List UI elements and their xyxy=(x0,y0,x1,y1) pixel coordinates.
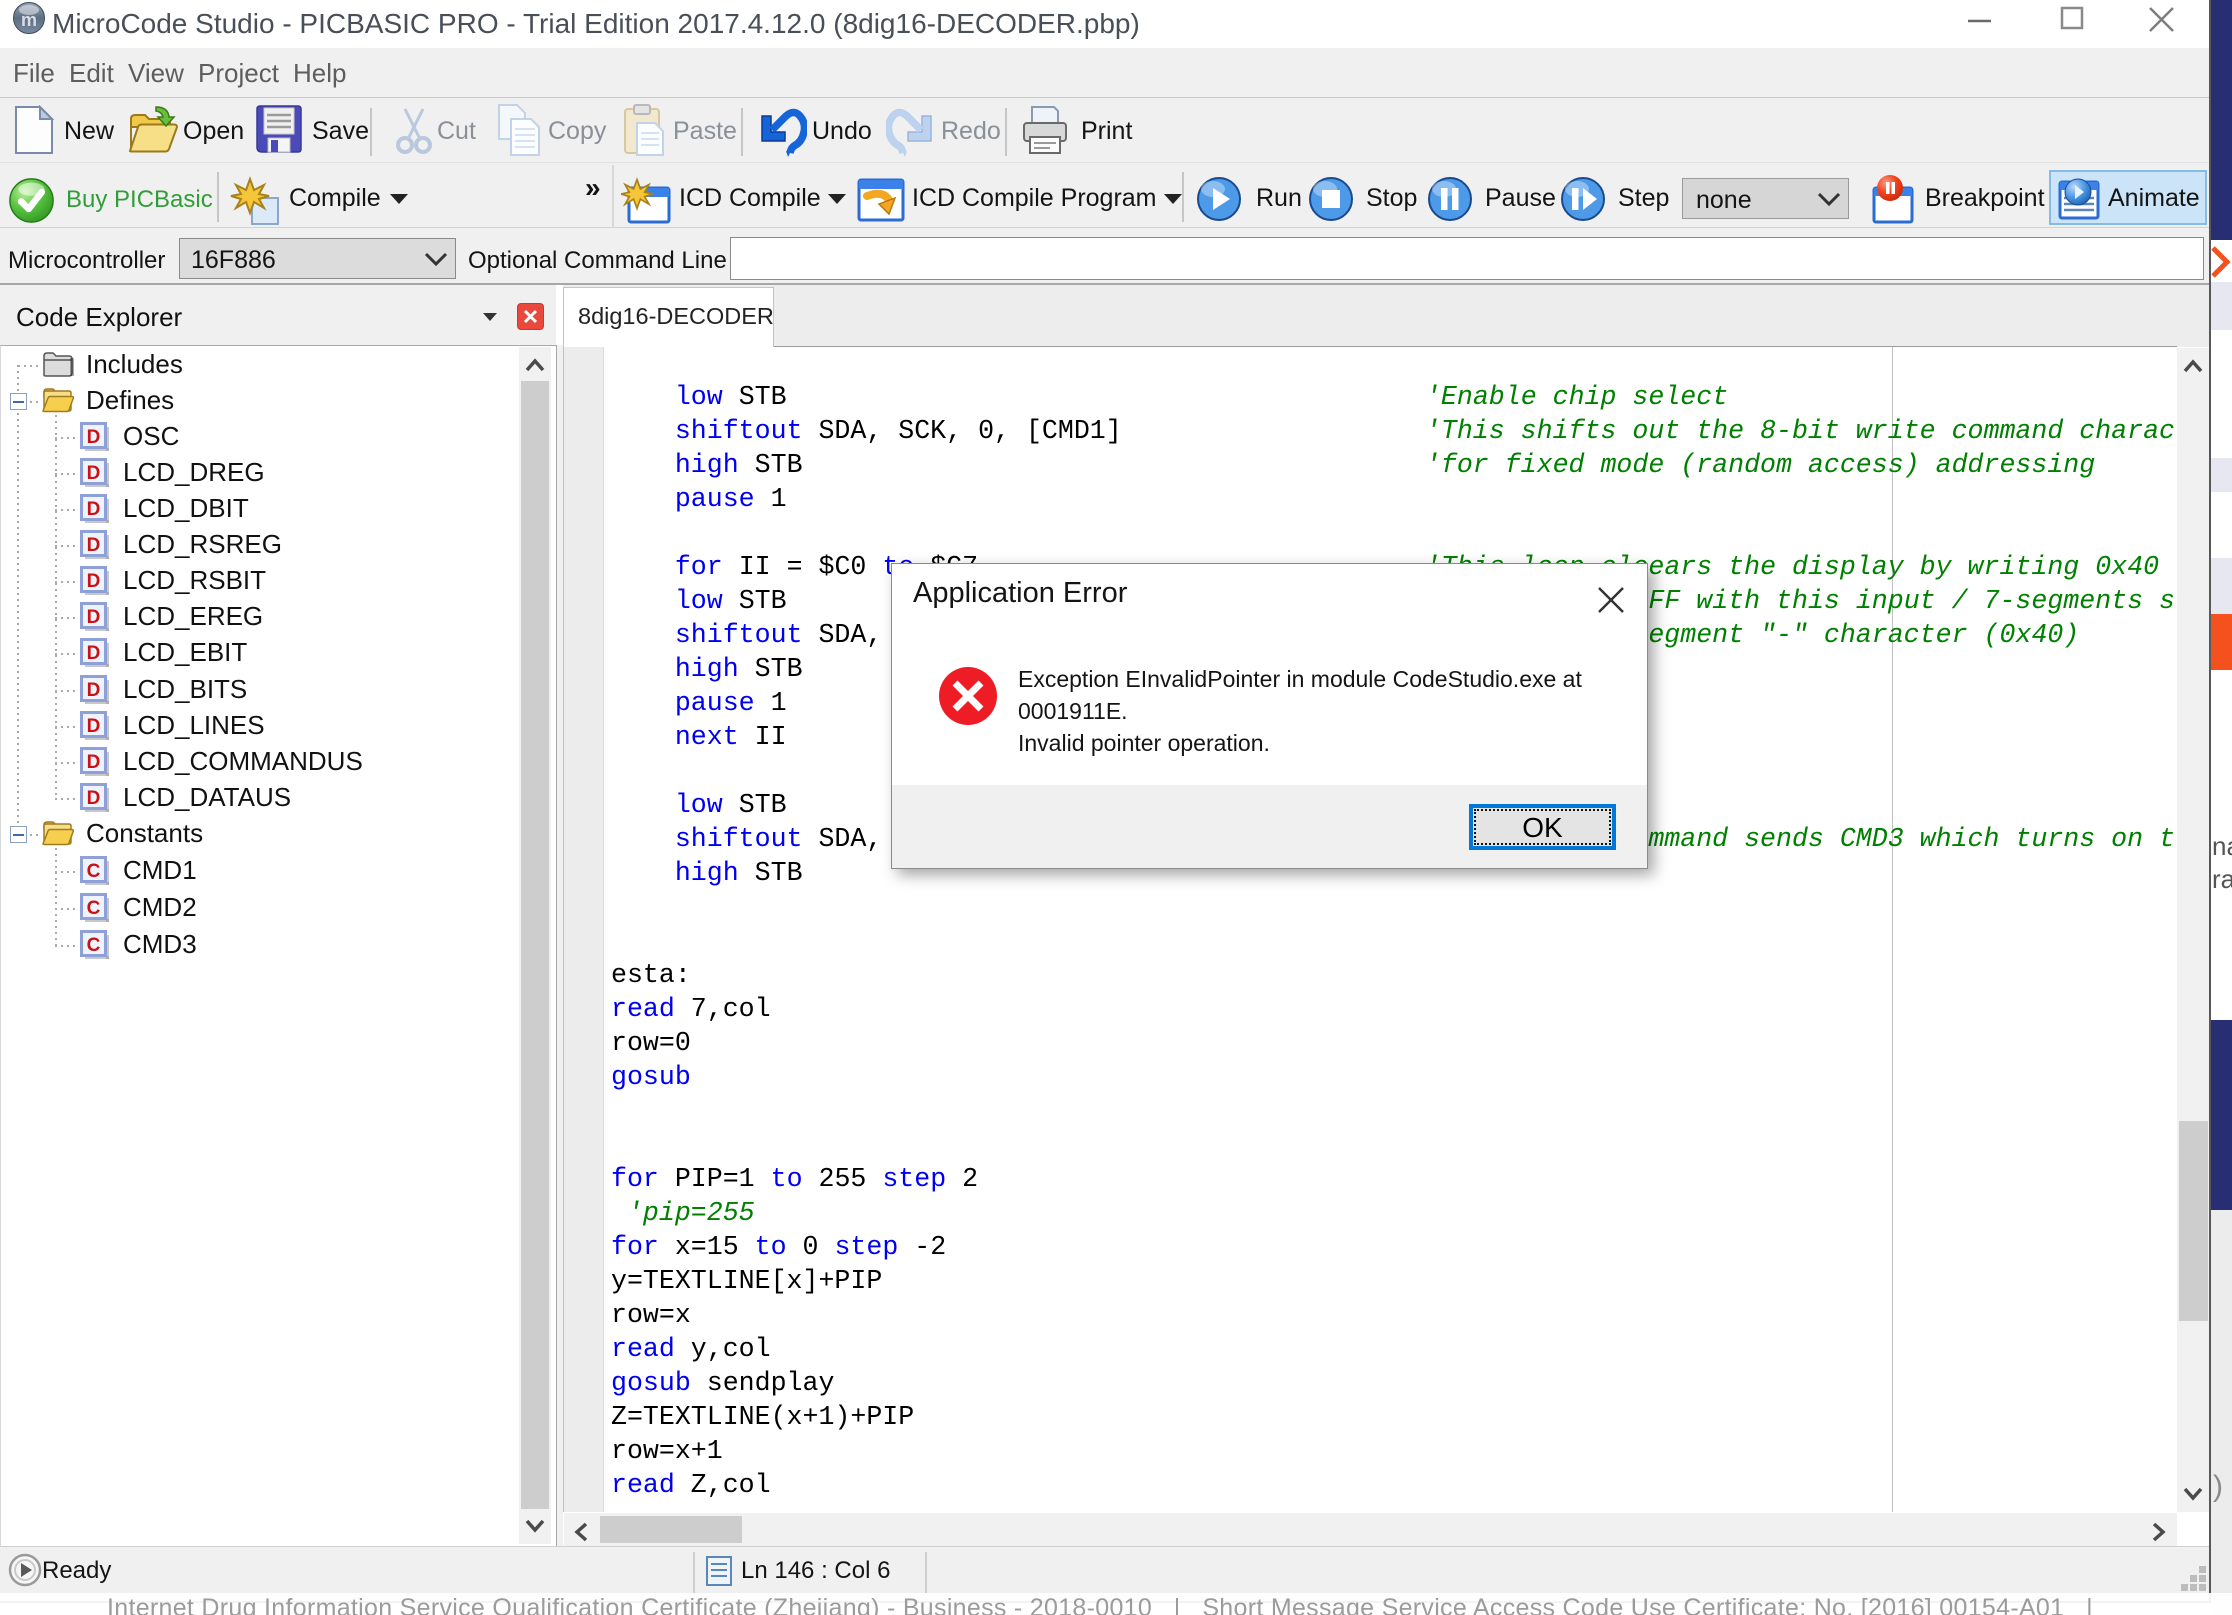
svg-text:D: D xyxy=(87,716,101,737)
svg-text:D: D xyxy=(87,427,101,448)
svg-text:C: C xyxy=(87,935,101,956)
svg-text:D: D xyxy=(87,463,101,484)
svg-text:D: D xyxy=(87,680,101,701)
svg-text:D: D xyxy=(87,571,101,592)
svg-text:D: D xyxy=(87,788,101,809)
svg-text:D: D xyxy=(87,643,101,664)
svg-text:m: m xyxy=(21,10,37,30)
svg-text:D: D xyxy=(87,607,101,628)
svg-text:D: D xyxy=(87,499,101,520)
svg-text:C: C xyxy=(87,861,101,882)
svg-text:C: C xyxy=(87,898,101,919)
svg-text:D: D xyxy=(87,535,101,556)
svg-text:D: D xyxy=(87,752,101,773)
